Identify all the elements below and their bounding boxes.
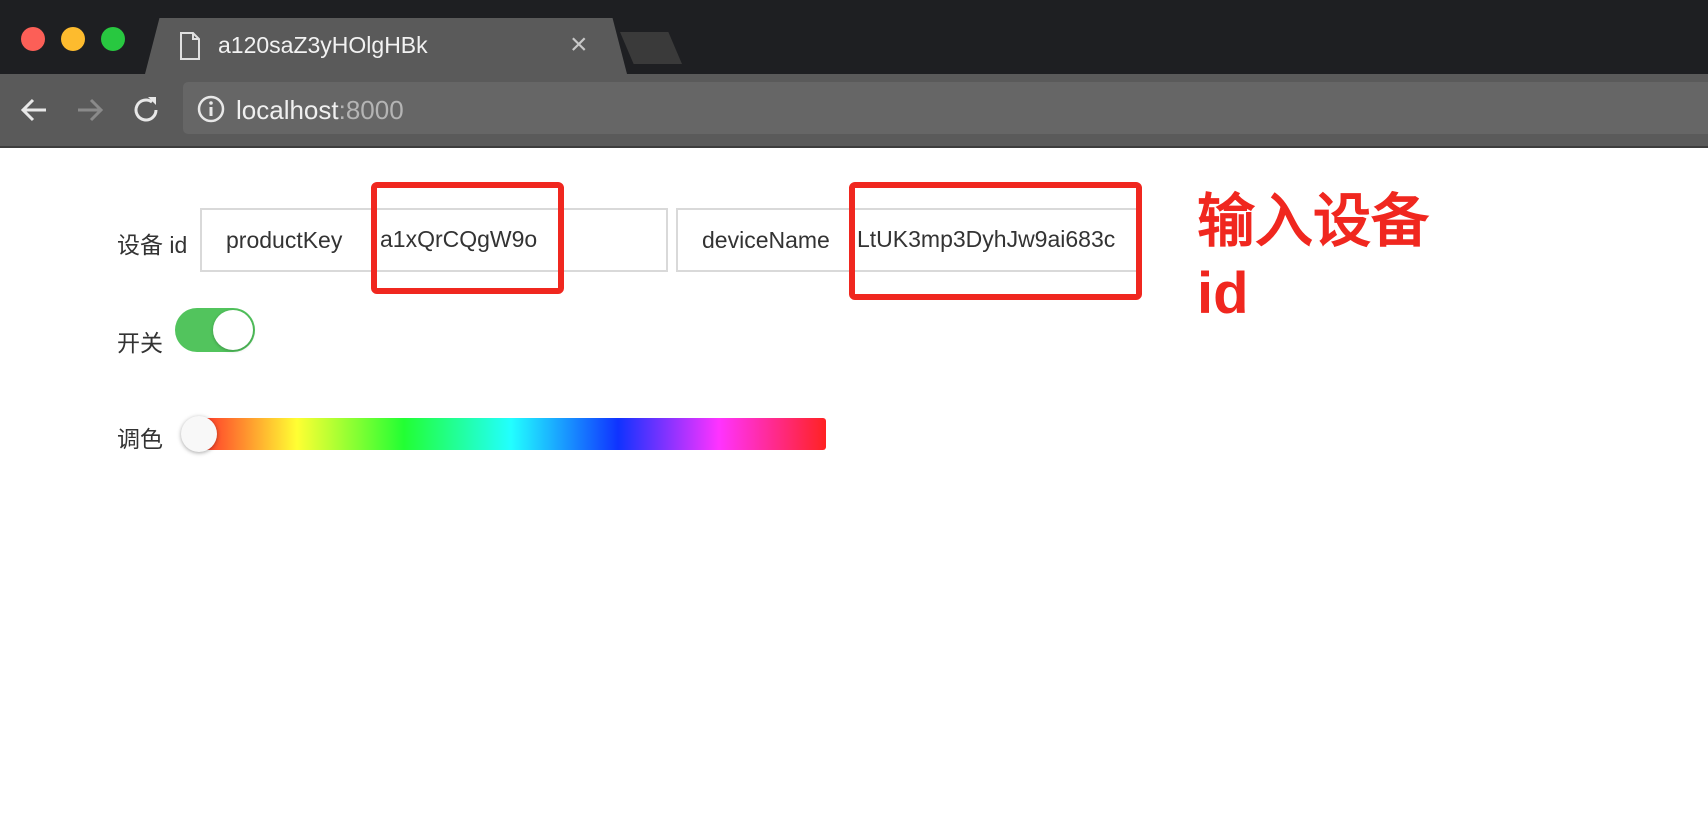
forward-arrow-icon[interactable] <box>74 94 106 131</box>
window-close-button[interactable] <box>21 27 45 51</box>
product-key-highlight-box <box>371 182 564 294</box>
switch-label: 开关 <box>117 330 163 356</box>
url-port: :8000 <box>338 95 404 125</box>
browser-titlebar: a120saZ3yHOlgHBk × <box>0 0 1708 74</box>
document-icon <box>179 32 201 65</box>
hue-slider-thumb[interactable] <box>181 416 217 452</box>
address-bar[interactable]: localhost:8000 <box>183 82 1708 134</box>
device-name-label: deviceName <box>702 227 830 253</box>
product-key-label: productKey <box>226 227 343 253</box>
hue-slider-track[interactable] <box>196 418 826 450</box>
browser-toolbar: localhost:8000 <box>0 74 1708 148</box>
device-name-highlight-box <box>849 182 1142 300</box>
info-icon[interactable] <box>197 95 225 128</box>
url-text: localhost:8000 <box>236 95 404 126</box>
color-label: 调色 <box>117 426 163 452</box>
new-tab-button[interactable] <box>620 32 682 64</box>
power-toggle[interactable] <box>175 308 255 352</box>
tab-close-icon[interactable]: × <box>570 28 588 62</box>
window-maximize-button[interactable] <box>101 27 125 51</box>
device-id-label: 设备 id <box>117 232 188 258</box>
tab-title: a120saZ3yHOlgHBk <box>218 32 428 58</box>
back-arrow-icon[interactable] <box>18 94 50 131</box>
browser-tab[interactable]: a120saZ3yHOlgHBk × <box>145 18 627 74</box>
page-content: 设备 id productKey deviceName 输入设备id 开关 调色 <box>0 148 1708 830</box>
annotation-text: 输入设备id <box>1197 189 1430 326</box>
reload-icon[interactable] <box>130 94 162 131</box>
window-minimize-button[interactable] <box>61 27 85 51</box>
url-host: localhost <box>236 95 339 125</box>
toggle-knob[interactable] <box>213 310 253 350</box>
